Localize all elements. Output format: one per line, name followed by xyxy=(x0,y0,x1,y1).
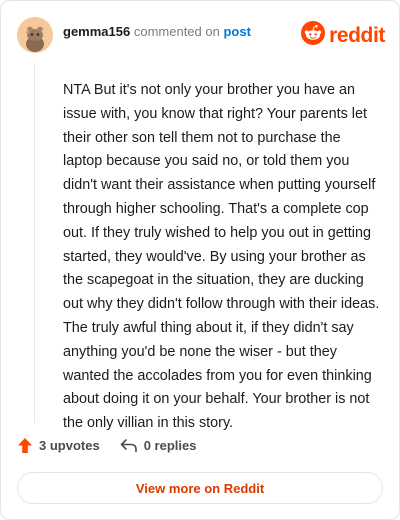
upvote-arrow-icon[interactable] xyxy=(17,437,33,454)
post-link[interactable]: post xyxy=(223,24,250,39)
thread-line xyxy=(34,63,35,423)
reply-arrow-icon[interactable] xyxy=(120,438,138,453)
reply-count: 0 replies xyxy=(143,438,197,453)
reply-stat[interactable]: 0 replies xyxy=(120,438,197,453)
upvote-count: 3 upvotes xyxy=(39,438,100,453)
action-text: commented on xyxy=(133,24,220,39)
view-more-button[interactable]: View more on Reddit xyxy=(17,472,383,504)
comment-header: gemma156 commented on post reddit xyxy=(17,15,385,55)
comment-body: NTA But it's not only your brother you h… xyxy=(63,82,380,432)
reddit-snoo-icon xyxy=(301,21,326,50)
comment-meta: gemma156 commented on post xyxy=(63,24,251,40)
reddit-logo[interactable]: reddit xyxy=(301,21,385,50)
comment-embed-card: gemma156 commented on post reddit NTA Bu… xyxy=(0,0,400,520)
username-link[interactable]: gemma156 xyxy=(63,24,130,39)
comment-footer: 3 upvotes 0 replies xyxy=(17,437,196,454)
user-avatar-icon[interactable] xyxy=(17,17,53,53)
upvote-stat[interactable]: 3 upvotes xyxy=(17,437,100,454)
reddit-wordmark: reddit xyxy=(329,23,385,47)
